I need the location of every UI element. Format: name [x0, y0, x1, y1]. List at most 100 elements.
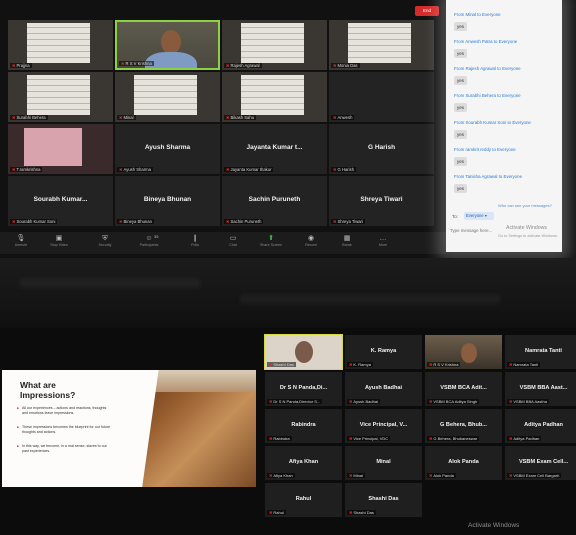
participant-name: Afiya Khan [288, 458, 319, 465]
participant-tile[interactable]: ✖Shashi Das [264, 334, 343, 370]
mic-muted-icon: ✖ [429, 473, 433, 478]
participant-tile[interactable]: Sachin Puruneth ✖Sachin Puruneth [222, 176, 327, 226]
participant-tile[interactable]: ✖Anwesh [329, 72, 434, 122]
participant-name-tag: ✖Shashi Das [347, 510, 376, 515]
participant-tile[interactable]: ✖T.ramkrishna [8, 124, 113, 174]
toolbar-label: Polls [191, 243, 199, 247]
participant-tag-text: VSBM BBA Aastha [513, 399, 547, 404]
toolbar-polls-button[interactable]: ❙ Polls [180, 234, 210, 252]
toolbar-record-button[interactable]: ◉ Record [296, 234, 326, 252]
participant-tile[interactable]: VSBM BCA Adit... ✖VSBM BCA Aditya Singh [424, 371, 503, 407]
mic-muted-icon: ✖ [226, 115, 230, 120]
chat-panel: From Minal to Everyone yes From Anwesh Pat… [446, 0, 562, 252]
chat-message-header: From Surabhi Behera to Everyone [454, 93, 521, 98]
end-meeting-button[interactable]: End [415, 6, 439, 16]
participant-tile[interactable]: Shashi Das ✖Shashi Das [344, 482, 423, 518]
participant-tile[interactable]: Vice Principal, V... ✖Vice Principal, VDC [344, 408, 423, 444]
participant-tile[interactable]: ✖R S V Krishna [424, 334, 503, 370]
participant-name: Ayush Badhai [364, 384, 403, 391]
slide-bullet: All our experiences – actions and reacti… [17, 406, 112, 415]
chat-message-bubble: yes [454, 130, 467, 139]
participant-tile[interactable]: VSBM Exam Cell... ✖VSBM Exam Cell Bargarh [504, 445, 576, 481]
participant-name: G Harish [367, 144, 396, 151]
participant-tile[interactable]: ✖Rajesh Agrawal [222, 20, 327, 70]
chat-message-header: From Tanisha Agrawal to Everyone [454, 174, 523, 179]
participant-tile[interactable]: ✖Prajjna [8, 20, 113, 70]
participant-tile[interactable]: ✖Minal [115, 72, 220, 122]
mic-muted-icon: ✖ [12, 167, 16, 172]
participant-tile[interactable]: ✖R S V Krishna [115, 20, 220, 70]
participant-tag-text: Rajesh Agrawal [230, 63, 260, 68]
top-participant-grid: ✖Prajjna ✖R S V Krishna ✖Rajesh Agrawal ✖Mo… [8, 20, 436, 228]
paper-sheet-video [26, 23, 90, 63]
participant-tile[interactable]: G Harish ✖G Harish [329, 124, 434, 174]
participant-tile[interactable]: Afiya Khan ✖Afiya Khan [264, 445, 343, 481]
paper-sheet-video [240, 75, 304, 115]
participant-name: Ayush Sharma [144, 144, 191, 151]
participant-tag-text: Rahul [273, 510, 284, 515]
participant-name: Minal [376, 458, 391, 465]
participant-tile[interactable]: Bineya Bhunan ✖Bineya Bhunan [115, 176, 220, 226]
participant-tile[interactable]: VSBM BBA Aast... ✖VSBM BBA Aastha [504, 371, 576, 407]
toolbar-break-button[interactable]: ▦ Break [332, 234, 362, 252]
meeting-toolbar: 🎙 Unmute ▣ Stop Video ⛨ Security ☺ Participants… [0, 232, 446, 254]
toolbar-label: More [378, 243, 388, 247]
toolbar-stop-video-button[interactable]: ▣ Stop Video [44, 234, 74, 252]
chat-recipient-select[interactable]: Everyone ▾ [464, 212, 494, 220]
participant-tile[interactable]: ✖Monia Das [329, 20, 434, 70]
mic-muted-icon: ✖ [333, 63, 337, 68]
participant-name-tag: ✖R S V Krishna [119, 61, 154, 66]
blur-strip [20, 278, 200, 288]
mic-muted-icon: ✖ [119, 219, 123, 224]
participant-tile[interactable]: K. Ramya ✖K. Ramya [344, 334, 423, 370]
participant-tile[interactable]: Namrata Tanti ✖Namrata Tanti [504, 334, 576, 370]
shield-icon: ⛨ [102, 235, 108, 242]
mic-muted-icon: ✖ [333, 167, 337, 172]
toolbar-label: Chat [229, 243, 237, 247]
participant-name-tag: ✖Sourabh Kumar Soni [10, 219, 58, 224]
who-can-see-link[interactable]: Who can see your messages? [498, 203, 552, 208]
mic-muted-icon: ✖ [269, 399, 273, 404]
participant-tile[interactable]: Jayanta Kumar t... ✖Jayanta Kumar thakur [222, 124, 327, 174]
participant-tag-text: Namrata Tanti [513, 362, 539, 367]
toolbar-more-button[interactable]: … More [368, 234, 398, 252]
participant-tile[interactable]: Aditya Padhan ✖Aditya Padhan [504, 408, 576, 444]
participant-tile[interactable]: Ayush Sharma ✖Ayush Sharma [115, 124, 220, 174]
mic-muted-icon: ✖ [12, 219, 16, 224]
participant-name-tag: ✖R S V Krishna [427, 362, 461, 367]
participant-name-tag: ✖Bineya Bhunan [117, 219, 154, 224]
participant-tile[interactable]: G Behera, Bhub... ✖G Behera, Bhubaneswar [424, 408, 503, 444]
mic-muted-icon: ✖ [509, 473, 513, 478]
slide-title: What are Impressions? [20, 380, 76, 400]
participant-tile[interactable]: Ayush Badhai ✖Ayush Badhai [344, 371, 423, 407]
participant-name-tag: ✖Ayush Badhai [347, 399, 380, 404]
mic-muted-icon: ✖ [269, 510, 273, 515]
participant-tile[interactable]: ✖Bikash Sahu [222, 72, 327, 122]
participant-tag-text: Surabhi Behera [16, 115, 46, 120]
toolbar-share-screen-button[interactable]: ⬆ Share Screen [256, 234, 286, 252]
toolbar-label: Break [342, 243, 352, 247]
toolbar-chat-button[interactable]: ▭ Chat [218, 234, 248, 252]
participant-tile[interactable]: Rahul ✖Rahul [264, 482, 343, 518]
toolbar-participants-button[interactable]: ☺ Participants 35 [134, 234, 164, 252]
participant-tile[interactable]: Shreya Tiwari ✖Shreya Tiwari [329, 176, 434, 226]
paper-sheet-video [23, 128, 82, 166]
participant-tag-text: Dr S N Panda,Director S... [273, 399, 321, 404]
participant-tile[interactable]: Minal ✖Minal [344, 445, 423, 481]
participant-tile[interactable]: Dr S N Panda,Di... ✖Dr S N Panda,Director… [264, 371, 343, 407]
mic-muted-icon: ✖ [429, 362, 433, 367]
participant-tile[interactable]: Sourabh Kumar... ✖Sourabh Kumar Soni [8, 176, 113, 226]
participant-name-tag: ✖Rajesh Agrawal [224, 63, 262, 68]
chat-message-bubble: yes [454, 76, 467, 85]
participant-tile[interactable]: Rabindra ✖Rabindra [264, 408, 343, 444]
chevron-down-icon: ▾ [484, 213, 487, 218]
video-icon: ▣ [55, 235, 63, 242]
participant-name-tag: ✖Sachin Puruneth [224, 219, 264, 224]
toolbar-label: Unmute [14, 243, 28, 247]
mic-muted-icon: ✖ [349, 510, 353, 515]
participant-tile[interactable]: Alok Panda ✖Alok Panda [424, 445, 503, 481]
participant-tile[interactable]: ✖Surabhi Behera [8, 72, 113, 122]
toolbar-security-button[interactable]: ⛨ Security [90, 234, 120, 252]
participant-tag-text: Shashi Das [273, 362, 294, 367]
toolbar-unmute-button[interactable]: 🎙 Unmute [6, 234, 36, 252]
